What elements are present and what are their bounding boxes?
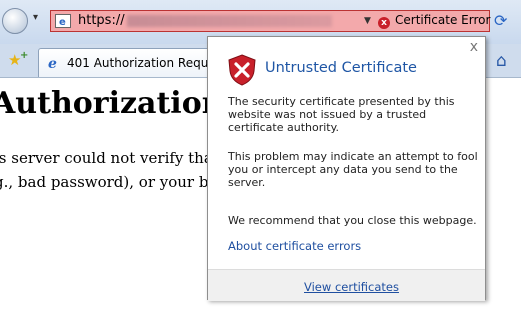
- address-dropdown-icon[interactable]: ▼: [364, 16, 371, 26]
- about-certificate-errors-link[interactable]: About certificate errors: [228, 239, 361, 253]
- recent-pages-dropdown-icon[interactable]: ▾: [33, 12, 38, 23]
- ie-tab-icon: e: [48, 56, 57, 71]
- address-url: https://: [78, 13, 332, 28]
- close-icon[interactable]: x: [470, 39, 478, 55]
- tab-active[interactable]: e 401 Authorization Required: [38, 48, 220, 77]
- popup-description: This problem may indicate an attempt to …: [228, 150, 478, 189]
- popup-footer: View certificates: [208, 269, 485, 301]
- certificate-error-popup: x Untrusted Certificate The security cer…: [207, 36, 486, 301]
- popup-description: The security certificate presented by th…: [228, 95, 455, 134]
- svg-text:e: e: [59, 17, 66, 28]
- error-icon: x: [378, 17, 390, 29]
- certificate-error-button[interactable]: x Certificate Error: [378, 13, 490, 29]
- tab-label: 401 Authorization Required: [67, 56, 217, 70]
- ie-page-icon: e: [55, 14, 71, 28]
- shield-error-icon: [228, 54, 256, 86]
- address-bar[interactable]: e https:// ▼ x Certificate Error: [50, 10, 490, 32]
- svg-text:e: e: [48, 56, 57, 71]
- home-icon[interactable]: ⌂: [496, 51, 507, 71]
- add-favorite-icon[interactable]: +: [20, 50, 28, 61]
- redacted-url: [126, 14, 332, 27]
- refresh-icon[interactable]: ⟳: [494, 11, 516, 33]
- view-certificates-link[interactable]: View certificates: [304, 280, 399, 294]
- back-button[interactable]: [2, 8, 28, 34]
- popup-title: Untrusted Certificate: [265, 60, 417, 76]
- popup-recommendation: We recommend that you close this webpage…: [228, 214, 477, 227]
